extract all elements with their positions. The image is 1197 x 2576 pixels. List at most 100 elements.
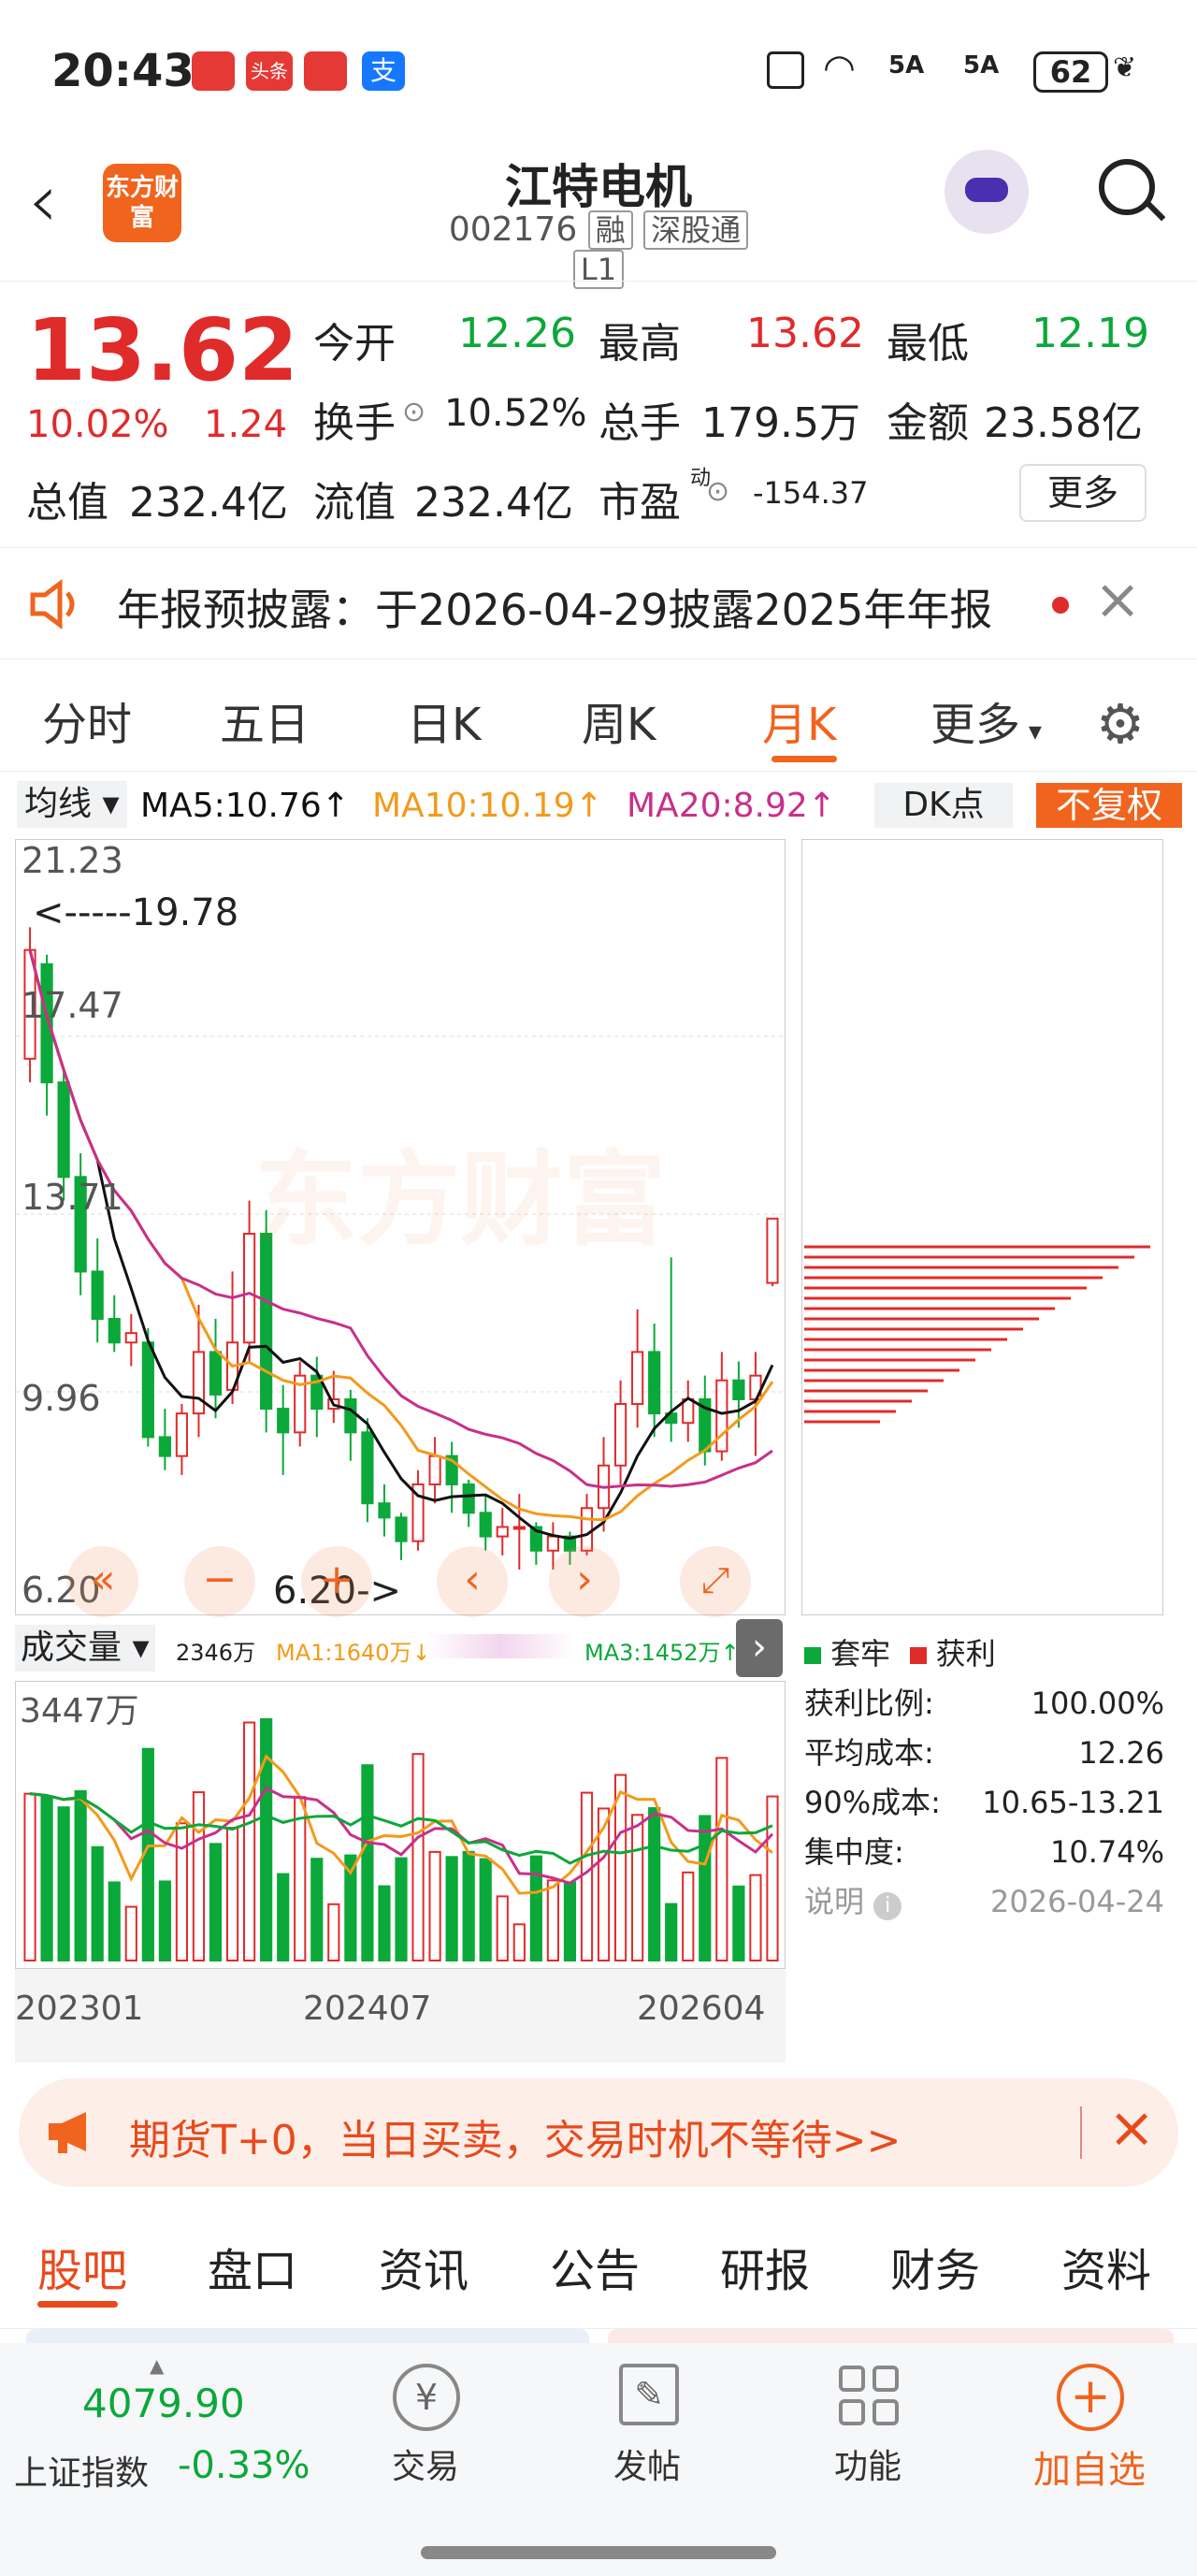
tab-news[interactable]: 资讯 bbox=[379, 2234, 469, 2299]
tab-weekly-k[interactable]: 周K bbox=[582, 687, 656, 753]
candle-body bbox=[91, 1270, 104, 1321]
close-notice-icon[interactable]: × bbox=[1094, 567, 1141, 632]
volume-bar bbox=[749, 1874, 762, 1961]
amount-label: 金额 bbox=[887, 399, 969, 447]
back-icon[interactable]: ‹ bbox=[28, 164, 58, 239]
margin-tag: 融 bbox=[587, 210, 633, 250]
scroll-left-icon[interactable]: « bbox=[67, 1546, 138, 1617]
vibrate-icon bbox=[767, 51, 804, 89]
volume-chart[interactable]: 3447万 bbox=[15, 1681, 786, 1969]
tab-intraday[interactable]: 分时 bbox=[42, 687, 132, 753]
candle-body bbox=[378, 1502, 391, 1519]
tab-announcements[interactable]: 公告 bbox=[550, 2234, 640, 2299]
low-value: 12.19 bbox=[1031, 310, 1149, 357]
tab-research[interactable]: 研报 bbox=[720, 2234, 810, 2299]
zoom-out-icon[interactable]: − bbox=[184, 1546, 255, 1617]
watermark: 东方财富 bbox=[254, 1140, 666, 1260]
apps-grid-icon[interactable] bbox=[837, 2364, 901, 2427]
caret-up-icon: ▲ bbox=[150, 2354, 165, 2377]
robot-assistant-icon[interactable] bbox=[945, 150, 1029, 234]
dk-point-select[interactable]: DK点 bbox=[874, 783, 1013, 828]
last-price: 13.62 bbox=[26, 300, 299, 400]
volume-axis-max: 3447万 bbox=[20, 1692, 139, 1730]
tab-guba[interactable]: 股吧 bbox=[37, 2234, 127, 2299]
tab-five-day[interactable]: 五日 bbox=[220, 687, 310, 753]
zoom-in-icon[interactable]: + bbox=[301, 1546, 372, 1617]
candle-body bbox=[715, 1379, 728, 1453]
post-edit-icon[interactable]: ✎ bbox=[619, 2364, 679, 2425]
trade-button[interactable]: 交易 bbox=[351, 2439, 500, 2488]
date-start: 202301 bbox=[15, 1990, 144, 2028]
stock-title: 江特电机 bbox=[505, 160, 692, 214]
volume-label: 总手 bbox=[598, 399, 681, 447]
post-button[interactable]: 发帖 bbox=[572, 2439, 722, 2488]
date-mid: 202407 bbox=[303, 1990, 432, 2028]
notice-text: 年报预披露：于2026-04-29披露2025年年报 bbox=[117, 585, 993, 635]
volume-bar bbox=[158, 1880, 171, 1961]
speaker-icon bbox=[28, 578, 84, 630]
adjust-type-button[interactable]: 不复权 bbox=[1036, 783, 1182, 828]
volume-bar bbox=[462, 1850, 475, 1961]
volume-bar bbox=[124, 1905, 137, 1961]
candle-body bbox=[580, 1507, 594, 1552]
tab-monthly-k[interactable]: 月K bbox=[762, 687, 836, 753]
volume-bar bbox=[57, 1806, 70, 1961]
float-label: 流值 bbox=[313, 479, 396, 527]
unread-dot bbox=[1052, 597, 1069, 614]
candle-body bbox=[124, 1332, 137, 1344]
more-button[interactable]: 更多 bbox=[1019, 464, 1147, 522]
tab-daily-k[interactable]: 日K bbox=[407, 687, 481, 753]
tab-profile[interactable]: 资料 bbox=[1061, 2234, 1151, 2299]
prev-icon[interactable]: ‹ bbox=[437, 1546, 508, 1617]
divider bbox=[1080, 2106, 1082, 2159]
volume-bar bbox=[445, 1856, 458, 1961]
volume-bar bbox=[277, 1873, 290, 1961]
tab-pankou[interactable]: 盘口 bbox=[208, 2234, 297, 2299]
index-value[interactable]: 4079.90 bbox=[82, 2381, 245, 2426]
app-notification-icon bbox=[192, 51, 235, 91]
volume-bar bbox=[715, 1757, 728, 1961]
chip-note-row[interactable]: 说明 i 2026-04-24 bbox=[804, 1877, 1164, 1927]
info-icon: i bbox=[873, 1892, 902, 1920]
indicator-select[interactable]: 均线 ▾ bbox=[17, 781, 127, 828]
volume-value: 179.5万 bbox=[701, 399, 860, 447]
open-value: 12.26 bbox=[458, 310, 576, 357]
price-chart[interactable]: 21.23 17.47 13.71 9.96 6.20 <-----19.78 … bbox=[15, 839, 786, 1617]
volume-bar bbox=[74, 1789, 87, 1961]
index-name[interactable]: 上证指数 bbox=[14, 2446, 149, 2495]
date-end: 202604 bbox=[637, 1990, 766, 2028]
candle-body bbox=[108, 1318, 121, 1344]
volume-bar bbox=[512, 1923, 526, 1961]
add-watchlist-icon[interactable]: + bbox=[1057, 2364, 1124, 2431]
open-label: 今开 bbox=[313, 320, 396, 368]
chip-row: 90%成本: 10.65-13.21 bbox=[804, 1785, 1164, 1820]
futures-promo[interactable]: 期货T+0，当日买卖，交易时机不等待>> × bbox=[19, 2078, 1178, 2187]
trade-icon[interactable]: ¥ bbox=[393, 2364, 460, 2431]
price-axis-4: 9.96 bbox=[22, 1378, 101, 1419]
turnover-label: 换手 bbox=[313, 399, 396, 447]
expand-chart-icon[interactable]: › bbox=[736, 1619, 783, 1677]
tab-finance[interactable]: 财务 bbox=[890, 2234, 980, 2299]
settings-gear-icon[interactable]: ⚙ bbox=[1096, 692, 1145, 756]
volume-bar bbox=[546, 1879, 559, 1962]
high-label: 最高 bbox=[598, 320, 681, 368]
pct-change: 10.02% bbox=[26, 403, 169, 446]
functions-button[interactable]: 功能 bbox=[793, 2439, 943, 2488]
pe-label: 市盈 bbox=[598, 479, 681, 527]
next-icon[interactable]: › bbox=[549, 1546, 620, 1617]
close-promo-icon[interactable]: × bbox=[1108, 2095, 1155, 2161]
candle-body bbox=[243, 1232, 256, 1344]
fullscreen-icon[interactable]: ⤢ bbox=[680, 1546, 751, 1617]
notice-bar[interactable]: 年报预披露：于2026-04-29披露2025年年报 × bbox=[0, 547, 1197, 659]
price-axis-3: 13.71 bbox=[22, 1177, 123, 1218]
chip-row: 获利比例: 100.00% bbox=[804, 1686, 1164, 1721]
candle-body bbox=[192, 1351, 206, 1415]
candle-body bbox=[496, 1526, 509, 1538]
add-watchlist-button[interactable]: 加自选 bbox=[1015, 2439, 1164, 2494]
volume-indicator-select[interactable]: 成交量 ▾ bbox=[15, 1625, 155, 1672]
pe-info-icon[interactable]: ⊙ bbox=[706, 475, 729, 508]
volume-bar bbox=[479, 1858, 492, 1961]
tab-more[interactable]: 更多 ▾ bbox=[930, 687, 1042, 753]
info-icon[interactable]: ⊙ bbox=[402, 396, 425, 428]
candle-body bbox=[732, 1379, 745, 1400]
